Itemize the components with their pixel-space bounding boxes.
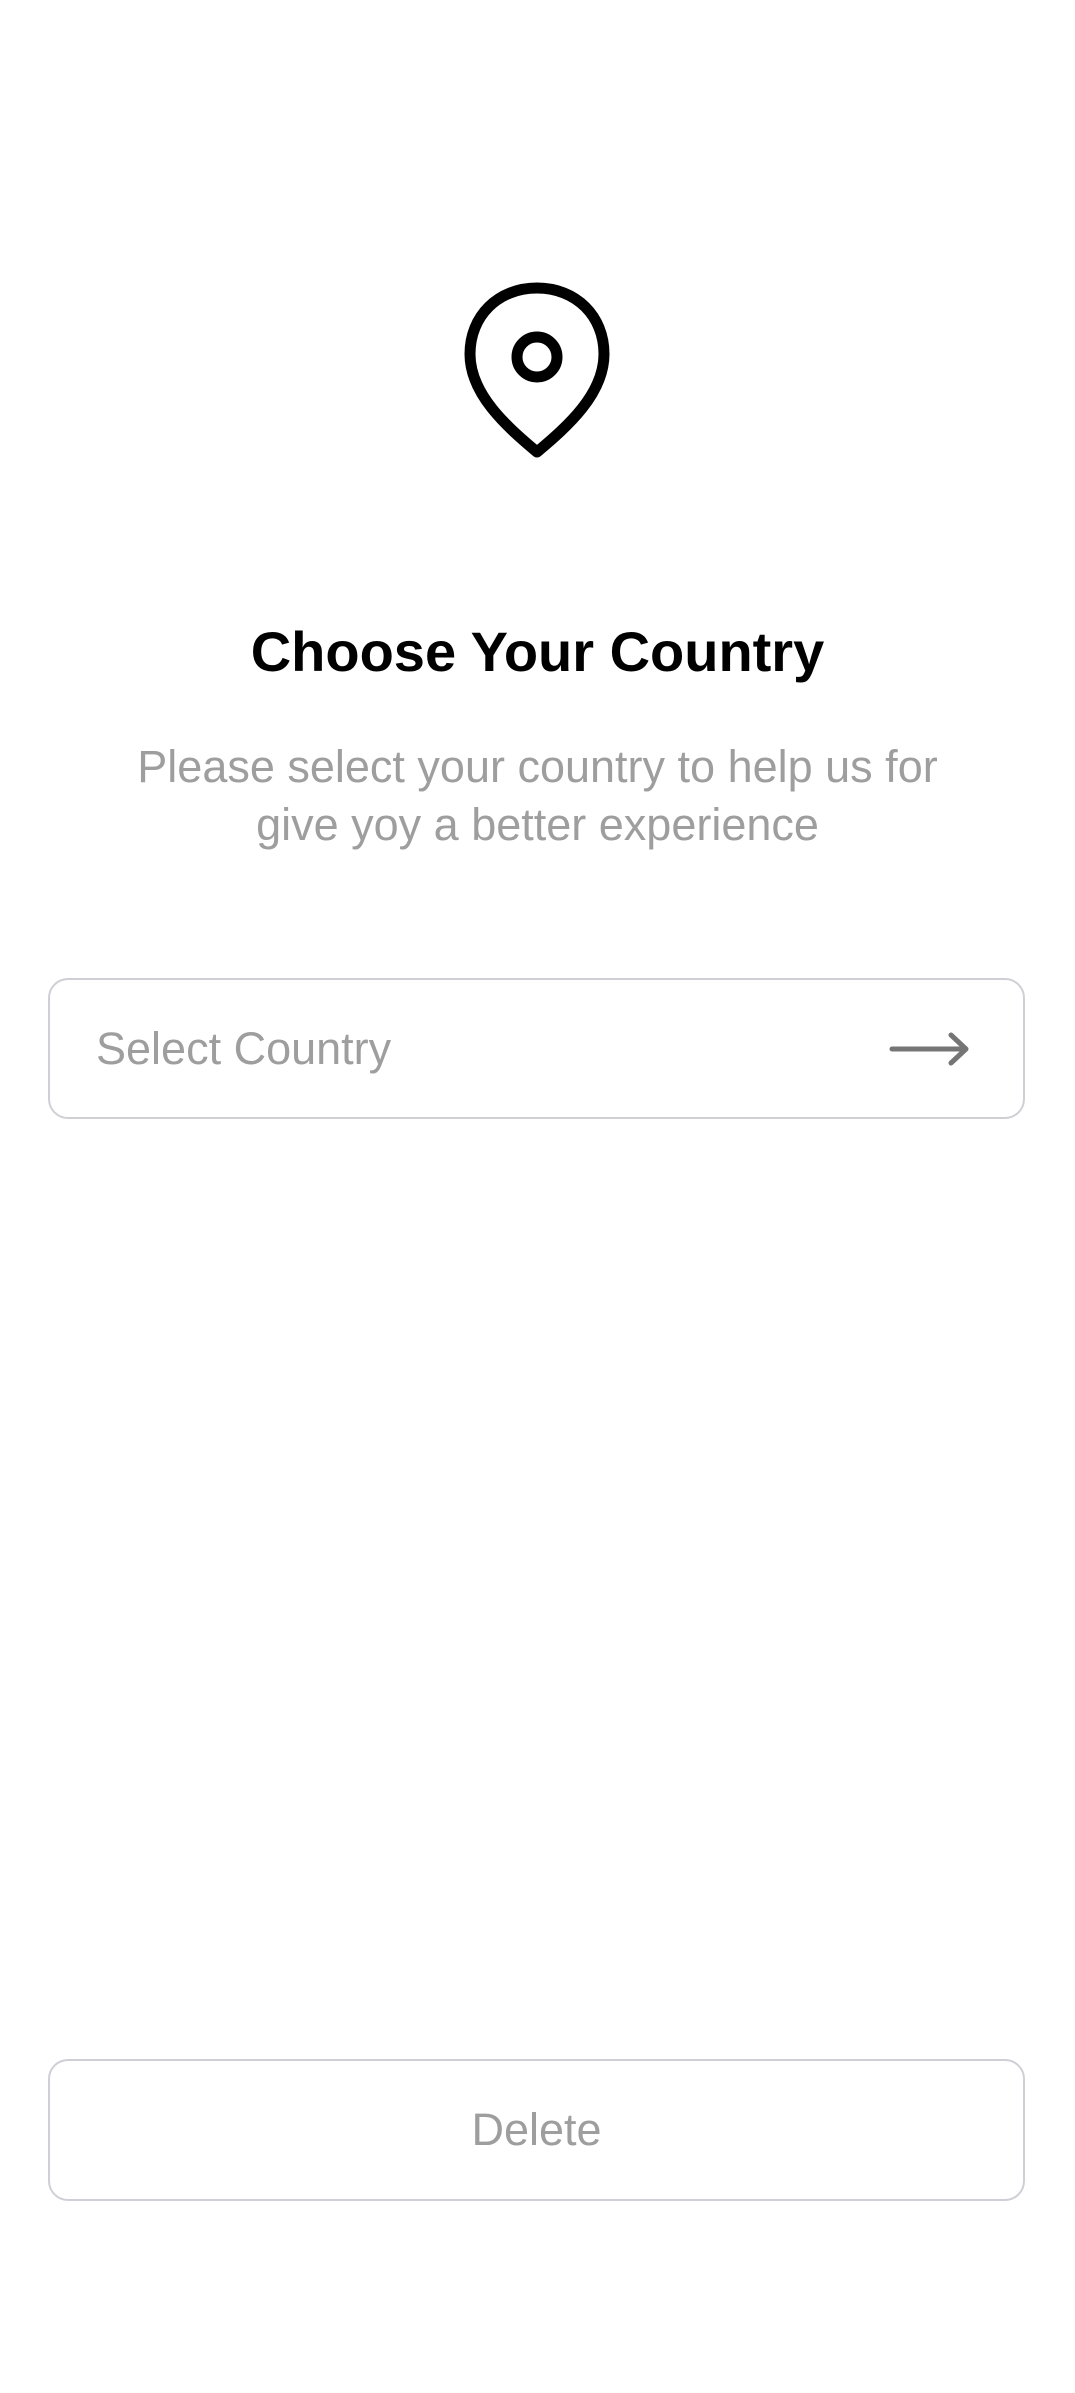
page-title: Choose Your Country [250, 620, 825, 683]
delete-button[interactable]: Delete [48, 2059, 1025, 2201]
arrow-right-icon [889, 1029, 971, 1069]
country-select-placeholder: Select Country [96, 1023, 392, 1074]
location-pin-icon [460, 280, 614, 462]
country-select[interactable]: Select Country [48, 978, 1025, 1119]
page-subtitle: Please select your country to help us fo… [137, 741, 938, 850]
